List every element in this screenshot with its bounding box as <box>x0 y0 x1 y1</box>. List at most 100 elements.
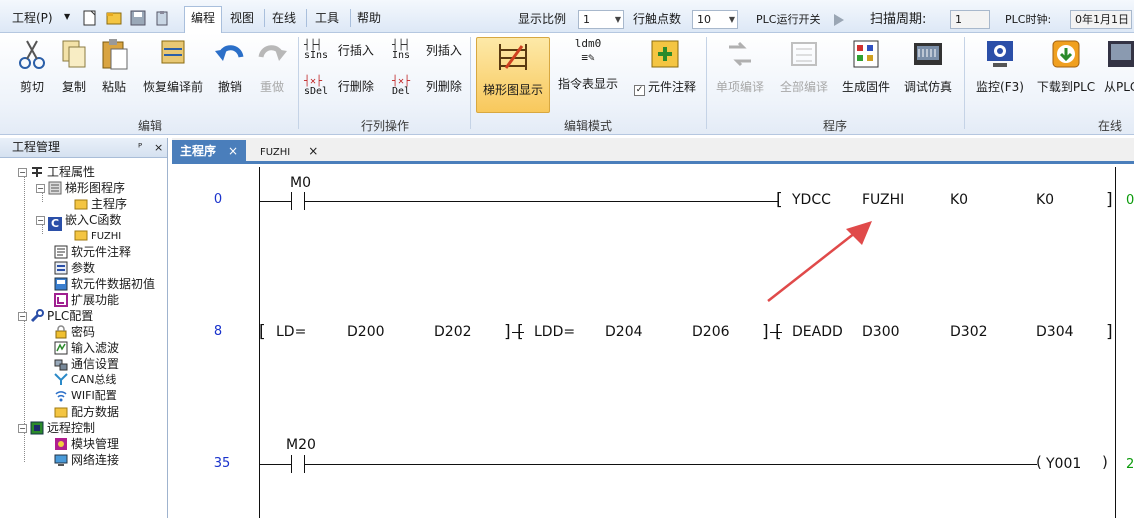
download-plc-button[interactable]: 下载到PLC <box>1034 37 1098 95</box>
group-label-edit: 编辑 <box>137 119 162 133</box>
instr-operand[interactable]: D200 <box>347 324 385 340</box>
instr-operand[interactable]: FUZHI <box>862 192 904 208</box>
cut-button[interactable]: 剪切 <box>8 37 56 95</box>
tree-item-label: 梯形图程序 <box>65 181 126 195</box>
debug-sim-button[interactable]: 调试仿真 <box>900 37 956 95</box>
tab-close-icon[interactable]: × <box>228 144 238 158</box>
row-insert-icon: ┤├┤ sIns <box>304 40 329 61</box>
col-delete-icon-text: Del <box>392 86 411 97</box>
tree-item-extension[interactable]: 扩展功能 <box>54 292 119 308</box>
tree-item-comp-comment[interactable]: 软元件注释 <box>54 244 131 260</box>
collapse-icon[interactable]: − <box>18 312 27 321</box>
tree-item-main-program[interactable]: 主程序 <box>74 196 127 212</box>
instr-operand[interactable]: D300 <box>862 324 900 340</box>
single-compile-button[interactable]: 单项编译 <box>712 37 768 95</box>
undo-button[interactable]: 撤销 <box>212 37 248 95</box>
collapse-icon[interactable]: − <box>36 216 45 225</box>
comp-comment-checkbox[interactable]: ✓ <box>633 85 645 96</box>
open-folder-icon[interactable] <box>106 10 122 26</box>
gen-firmware-button[interactable]: 生成固件 <box>838 37 894 95</box>
tree-item-params[interactable]: 参数 <box>54 260 95 276</box>
monitor-button[interactable]: 监控(F3) <box>970 37 1030 95</box>
menu-program[interactable]: 编程 <box>184 6 223 34</box>
tree-item-recipe[interactable]: 配方数据 <box>54 404 119 420</box>
remote-control-icon <box>30 421 44 435</box>
row-delete-button[interactable]: ┤✕├ sDel 行删除 <box>304 77 374 97</box>
tree-item-init-values[interactable]: 软元件数据初值 <box>54 276 155 292</box>
new-file-icon[interactable] <box>82 10 98 26</box>
tree-item-can-bus[interactable]: CAN总线 <box>54 372 116 388</box>
copy-button[interactable]: 复制 <box>56 37 92 95</box>
instr-operand[interactable]: K0 <box>1036 192 1054 208</box>
clipboard-icon[interactable] <box>154 10 170 26</box>
collapse-icon[interactable]: − <box>36 184 45 193</box>
paste-icon <box>102 39 128 70</box>
menu-view[interactable]: 视图 <box>224 7 260 29</box>
instr-operand[interactable]: D204 <box>605 324 643 340</box>
pin-icon[interactable]: ᴾ <box>138 138 142 157</box>
instr-op[interactable]: DEADD <box>792 324 843 340</box>
collapse-icon[interactable]: − <box>18 168 27 177</box>
row-insert-button[interactable]: ┤├┤ sIns 行插入 <box>304 41 374 61</box>
col-delete-button[interactable]: ┤✕├ Del 列删除 <box>392 77 462 97</box>
instr-op[interactable]: YDCC <box>792 192 831 208</box>
gen-firmware-label: 生成固件 <box>841 80 890 94</box>
menu-tools[interactable]: 工具 <box>309 7 345 29</box>
col-insert-button[interactable]: ┤├┤ Ins 列插入 <box>392 41 462 61</box>
instr-operand[interactable]: D302 <box>950 324 988 340</box>
save-icon[interactable] <box>130 10 146 26</box>
tree-item-remote-control[interactable]: − 远程控制 <box>18 420 95 436</box>
contact-no[interactable] <box>291 192 305 210</box>
tree-item-label: 网络连接 <box>71 453 120 467</box>
menu-project[interactable]: 工程(P) <box>6 7 59 29</box>
plc-clock-label: PLC时钟: <box>1005 13 1052 26</box>
instr-op[interactable]: LD= <box>276 324 306 340</box>
row-points-select[interactable]: 10 ▼ <box>692 10 738 29</box>
instr-operand[interactable]: D304 <box>1036 324 1074 340</box>
menu-dropdown-icon[interactable]: ▼ <box>64 12 70 21</box>
tree-item-network[interactable]: 网络连接 <box>54 452 119 468</box>
tree-item-ladder-program[interactable]: − 梯形图程序 <box>36 180 125 196</box>
coil-label[interactable]: Y001 <box>1046 456 1081 472</box>
coil-open: ( <box>1036 453 1042 471</box>
instr-display-button[interactable]: ldm0 ≡✎ 指令表显示 <box>556 37 620 92</box>
instr-operand[interactable]: D202 <box>434 324 472 340</box>
menu-online[interactable]: 在线 <box>266 7 302 29</box>
tree-item-wifi[interactable]: WIFI配置 <box>54 388 117 404</box>
tree-item-password[interactable]: 密码 <box>54 324 95 340</box>
tree-item-module-mgmt[interactable]: 模块管理 <box>54 436 119 452</box>
collapse-icon[interactable]: − <box>18 424 27 433</box>
tree-item-input-filter[interactable]: 输入滤波 <box>54 340 119 356</box>
upload-plc-button[interactable]: 从PLC <box>1104 37 1134 95</box>
paste-button[interactable]: 粘贴 <box>96 37 132 95</box>
instr-op[interactable]: LDD= <box>534 324 575 340</box>
contact-no[interactable] <box>291 455 305 473</box>
computer-icon <box>54 454 68 466</box>
all-compile-button[interactable]: 全部编译 <box>776 37 832 95</box>
tree-item-label: FUZHI <box>91 231 122 242</box>
tree-item-project-props[interactable]: − 工程属性 <box>18 164 95 180</box>
display-ratio-select[interactable]: 1 ▼ <box>578 10 624 29</box>
play-icon[interactable] <box>832 13 846 27</box>
instr-bracket-close: ] <box>1106 190 1113 210</box>
menu-help[interactable]: 帮助 <box>351 7 387 29</box>
ladder-display-button[interactable]: 梯形图显示 <box>476 37 550 113</box>
tab-fuzhi[interactable]: FUZHI × <box>252 140 326 164</box>
close-icon[interactable]: × <box>154 138 163 157</box>
upload-icon <box>1108 41 1134 67</box>
instr-icon-text: ldm0 <box>574 37 602 50</box>
instr-operand[interactable]: D206 <box>692 324 730 340</box>
instr-operand[interactable]: K0 <box>950 192 968 208</box>
tab-close-icon[interactable]: × <box>308 144 318 158</box>
instr-bracket-close: ] <box>504 322 511 342</box>
tree-item-fuzhi[interactable]: FUZHI <box>74 228 121 245</box>
restore-button[interactable]: 恢复编译前 <box>138 37 208 95</box>
tab-main-program[interactable]: 主程序 × <box>172 140 247 164</box>
comp-comment-button[interactable]: ✓ 元件注释 <box>630 37 700 96</box>
ladder-editor[interactable]: 0 M0 [ YDCC FUZHI K0 K0 ] 0 8 [ LD= D200… <box>172 167 1134 518</box>
add-comment-icon <box>651 40 679 68</box>
tree-item-label: 密码 <box>71 325 96 339</box>
tree-item-plc-config[interactable]: − PLC配置 <box>18 308 93 324</box>
redo-button[interactable]: 重做 <box>254 37 290 95</box>
tree-item-comm-settings[interactable]: 通信设置 <box>54 356 119 372</box>
